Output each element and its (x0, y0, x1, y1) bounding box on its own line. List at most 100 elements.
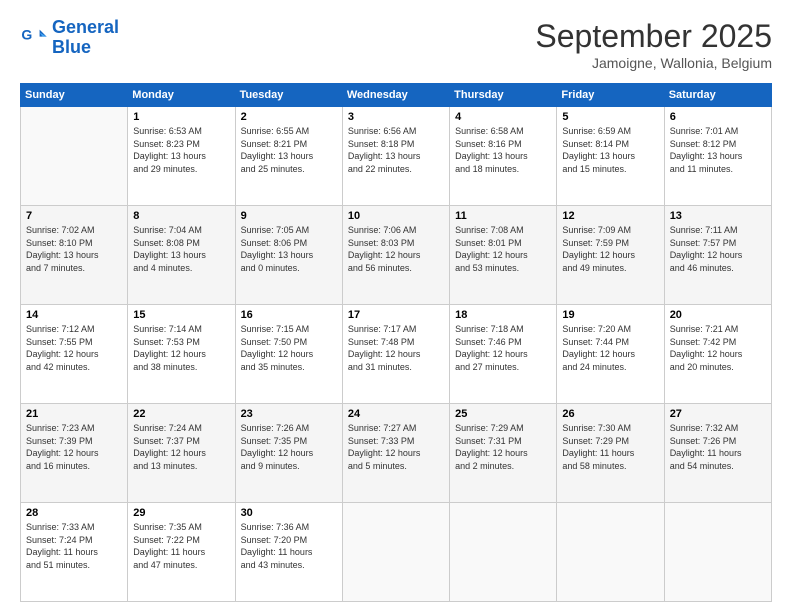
day-number: 7 (26, 210, 122, 222)
day-info: Sunrise: 7:36 AM Sunset: 7:20 PM Dayligh… (241, 521, 337, 571)
calendar-table: SundayMondayTuesdayWednesdayThursdayFrid… (20, 83, 772, 602)
day-number: 19 (562, 309, 658, 321)
day-number: 21 (26, 408, 122, 420)
calendar-cell: 18 Sunrise: 7:18 AM Sunset: 7:46 PM Dayli… (450, 305, 557, 404)
calendar-cell (450, 503, 557, 602)
weekday-header-friday: Friday (557, 84, 664, 107)
day-info: Sunrise: 7:23 AM Sunset: 7:39 PM Dayligh… (26, 422, 122, 472)
day-number: 15 (133, 309, 229, 321)
day-info: Sunrise: 7:09 AM Sunset: 7:59 PM Dayligh… (562, 224, 658, 274)
calendar-cell (342, 503, 449, 602)
calendar-cell: 23 Sunrise: 7:26 AM Sunset: 7:35 PM Dayli… (235, 404, 342, 503)
day-info: Sunrise: 7:02 AM Sunset: 8:10 PM Dayligh… (26, 224, 122, 274)
calendar-cell: 29Sunrise: 7:35 AM Sunset: 7:22 PM Dayli… (128, 503, 235, 602)
location-subtitle: Jamoigne, Wallonia, Belgium (535, 55, 772, 71)
day-number: 6 (670, 111, 766, 123)
calendar-cell (557, 503, 664, 602)
calendar-cell: 25Sunrise: 7:29 AM Sunset: 7:31 PM Dayli… (450, 404, 557, 503)
day-number: 8 (133, 210, 229, 222)
day-number: 29 (133, 507, 229, 519)
weekday-header-sunday: Sunday (21, 84, 128, 107)
calendar-cell: 5 Sunrise: 6:59 AM Sunset: 8:14 PM Daylig… (557, 107, 664, 206)
day-number: 23 (241, 408, 337, 420)
day-number: 1 (133, 111, 229, 123)
day-number: 11 (455, 210, 551, 222)
day-number: 3 (348, 111, 444, 123)
week-row-4: 21 Sunrise: 7:23 AM Sunset: 7:39 PM Dayli… (21, 404, 772, 503)
day-info: Sunrise: 7:04 AM Sunset: 8:08 PM Dayligh… (133, 224, 229, 274)
day-info: Sunrise: 7:18 AM Sunset: 7:46 PM Dayligh… (455, 323, 551, 373)
week-row-5: 28Sunrise: 7:33 AM Sunset: 7:24 PM Dayli… (21, 503, 772, 602)
calendar-cell: 8 Sunrise: 7:04 AM Sunset: 8:08 PM Daylig… (128, 206, 235, 305)
day-info: Sunrise: 7:06 AM Sunset: 8:03 PM Dayligh… (348, 224, 444, 274)
day-number: 27 (670, 408, 766, 420)
calendar-cell: 1 Sunrise: 6:53 AM Sunset: 8:23 PM Daylig… (128, 107, 235, 206)
day-info: Sunrise: 7:17 AM Sunset: 7:48 PM Dayligh… (348, 323, 444, 373)
weekday-header-row: SundayMondayTuesdayWednesdayThursdayFrid… (21, 84, 772, 107)
calendar-cell: 12 Sunrise: 7:09 AM Sunset: 7:59 PM Dayli… (557, 206, 664, 305)
calendar-cell: 30 Sunrise: 7:36 AM Sunset: 7:20 PM Dayli… (235, 503, 342, 602)
day-info: Sunrise: 7:30 AM Sunset: 7:29 PM Dayligh… (562, 422, 658, 472)
day-number: 26 (562, 408, 658, 420)
weekday-header-saturday: Saturday (664, 84, 771, 107)
weekday-header-tuesday: Tuesday (235, 84, 342, 107)
calendar-cell: 13Sunrise: 7:11 AM Sunset: 7:57 PM Dayli… (664, 206, 771, 305)
calendar-cell: 15 Sunrise: 7:14 AM Sunset: 7:53 PM Dayli… (128, 305, 235, 404)
month-title: September 2025 (535, 18, 772, 55)
day-info: Sunrise: 6:56 AM Sunset: 8:18 PM Dayligh… (348, 125, 444, 175)
calendar-cell: 27 Sunrise: 7:32 AM Sunset: 7:26 PM Dayli… (664, 404, 771, 503)
calendar-cell: 17Sunrise: 7:17 AM Sunset: 7:48 PM Dayli… (342, 305, 449, 404)
day-number: 5 (562, 111, 658, 123)
day-number: 30 (241, 507, 337, 519)
day-number: 9 (241, 210, 337, 222)
day-info: Sunrise: 7:15 AM Sunset: 7:50 PM Dayligh… (241, 323, 337, 373)
calendar-cell: 10Sunrise: 7:06 AM Sunset: 8:03 PM Dayli… (342, 206, 449, 305)
weekday-header-thursday: Thursday (450, 84, 557, 107)
calendar-cell: 3 Sunrise: 6:56 AM Sunset: 8:18 PM Daylig… (342, 107, 449, 206)
day-number: 4 (455, 111, 551, 123)
calendar-cell: 6 Sunrise: 7:01 AM Sunset: 8:12 PM Daylig… (664, 107, 771, 206)
day-number: 20 (670, 309, 766, 321)
week-row-3: 14 Sunrise: 7:12 AM Sunset: 7:55 PM Dayli… (21, 305, 772, 404)
calendar-cell: 2 Sunrise: 6:55 AM Sunset: 8:21 PM Daylig… (235, 107, 342, 206)
day-info: Sunrise: 7:08 AM Sunset: 8:01 PM Dayligh… (455, 224, 551, 274)
calendar-cell: 4 Sunrise: 6:58 AM Sunset: 8:16 PM Daylig… (450, 107, 557, 206)
day-info: Sunrise: 7:29 AM Sunset: 7:31 PM Dayligh… (455, 422, 551, 472)
calendar-cell: 14 Sunrise: 7:12 AM Sunset: 7:55 PM Dayli… (21, 305, 128, 404)
day-info: Sunrise: 6:59 AM Sunset: 8:14 PM Dayligh… (562, 125, 658, 175)
day-info: Sunrise: 6:55 AM Sunset: 8:21 PM Dayligh… (241, 125, 337, 175)
day-info: Sunrise: 6:53 AM Sunset: 8:23 PM Dayligh… (133, 125, 229, 175)
logo-blue: Blue (52, 37, 91, 57)
day-number: 16 (241, 309, 337, 321)
weekday-header-wednesday: Wednesday (342, 84, 449, 107)
logo-general: General (52, 17, 119, 37)
day-info: Sunrise: 7:14 AM Sunset: 7:53 PM Dayligh… (133, 323, 229, 373)
day-number: 12 (562, 210, 658, 222)
day-number: 2 (241, 111, 337, 123)
calendar-cell: 7 Sunrise: 7:02 AM Sunset: 8:10 PM Daylig… (21, 206, 128, 305)
calendar-cell: 28Sunrise: 7:33 AM Sunset: 7:24 PM Dayli… (21, 503, 128, 602)
day-info: Sunrise: 7:32 AM Sunset: 7:26 PM Dayligh… (670, 422, 766, 472)
header: G General Blue September 2025 Jamoigne, … (20, 18, 772, 71)
day-info: Sunrise: 7:05 AM Sunset: 8:06 PM Dayligh… (241, 224, 337, 274)
day-info: Sunrise: 7:27 AM Sunset: 7:33 PM Dayligh… (348, 422, 444, 472)
day-number: 18 (455, 309, 551, 321)
day-info: Sunrise: 7:26 AM Sunset: 7:35 PM Dayligh… (241, 422, 337, 472)
day-number: 22 (133, 408, 229, 420)
day-info: Sunrise: 7:24 AM Sunset: 7:37 PM Dayligh… (133, 422, 229, 472)
week-row-1: 1 Sunrise: 6:53 AM Sunset: 8:23 PM Daylig… (21, 107, 772, 206)
calendar-header: SundayMondayTuesdayWednesdayThursdayFrid… (21, 84, 772, 107)
day-number: 14 (26, 309, 122, 321)
calendar-cell (21, 107, 128, 206)
logo: G General Blue (20, 18, 119, 58)
day-info: Sunrise: 7:12 AM Sunset: 7:55 PM Dayligh… (26, 323, 122, 373)
day-info: Sunrise: 7:11 AM Sunset: 7:57 PM Dayligh… (670, 224, 766, 274)
page: G General Blue September 2025 Jamoigne, … (0, 0, 792, 612)
calendar-cell: 16 Sunrise: 7:15 AM Sunset: 7:50 PM Dayli… (235, 305, 342, 404)
day-info: Sunrise: 7:01 AM Sunset: 8:12 PM Dayligh… (670, 125, 766, 175)
calendar-body: 1 Sunrise: 6:53 AM Sunset: 8:23 PM Daylig… (21, 107, 772, 602)
calendar-cell: 9 Sunrise: 7:05 AM Sunset: 8:06 PM Daylig… (235, 206, 342, 305)
day-info: Sunrise: 6:58 AM Sunset: 8:16 PM Dayligh… (455, 125, 551, 175)
weekday-header-monday: Monday (128, 84, 235, 107)
logo-icon: G (20, 24, 48, 52)
